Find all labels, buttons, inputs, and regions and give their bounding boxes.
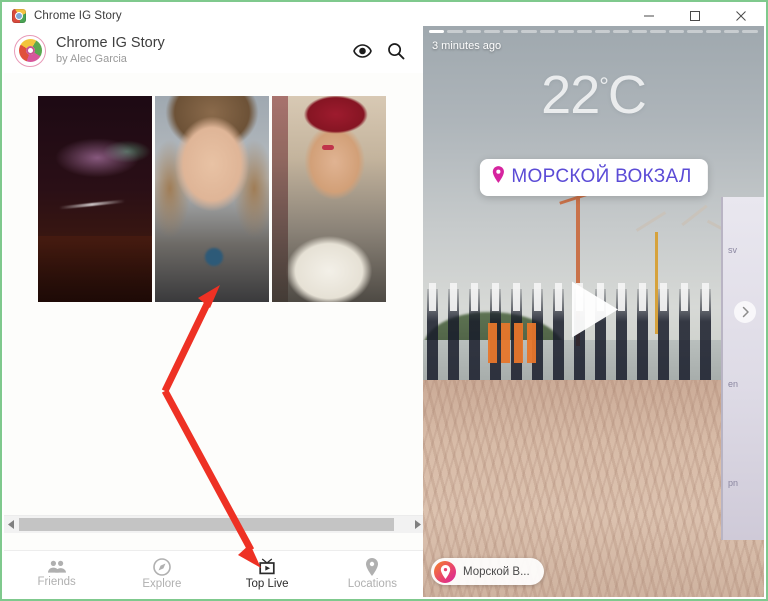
temperature-degree: °	[599, 73, 609, 100]
app-pane: Chrome IG Story by Alec Garcia Friends E…	[4, 28, 425, 597]
eye-icon[interactable]	[347, 36, 377, 66]
story-location-sticker-text: МОРСКОЙ ВОКЗАЛ	[511, 166, 692, 187]
tab-top-live[interactable]: Top Live	[215, 551, 320, 597]
scroll-left-icon[interactable]	[4, 516, 19, 533]
tab-friends[interactable]: Friends	[4, 551, 109, 597]
app-subtitle: by Alec Garcia	[56, 53, 127, 66]
window-title: Chrome IG Story	[34, 10, 122, 22]
map-pin-icon	[491, 166, 504, 188]
progress-segment	[484, 30, 500, 33]
app-header-actions	[347, 36, 411, 66]
minimize-icon[interactable]	[626, 4, 672, 28]
story-timestamp: 3 minutes ago	[432, 40, 502, 52]
tab-label-locations: Locations	[347, 577, 397, 590]
map-pin-icon	[365, 557, 379, 576]
progress-segment	[502, 30, 519, 33]
app-title-block: Chrome IG Story by Alec Garcia	[56, 35, 165, 66]
progress-segment	[558, 30, 574, 33]
tab-label-top-live: Top Live	[245, 577, 289, 590]
chrome-ig-story-icon	[12, 9, 26, 23]
location-pin-icon	[434, 560, 456, 583]
bottom-tab-bar: Friends Explore Top Live Locations	[4, 550, 425, 597]
tab-explore[interactable]: Explore	[109, 551, 214, 597]
progress-segment	[631, 30, 648, 33]
chevron-right-icon[interactable]	[734, 300, 756, 323]
temperature-unit: C	[607, 65, 647, 125]
app-header: Chrome IG Story by Alec Garcia	[4, 28, 425, 74]
play-icon[interactable]	[566, 278, 622, 345]
story-temperature-overlay: 22°C	[423, 64, 764, 126]
tab-locations[interactable]: Locations	[320, 551, 425, 597]
compass-icon	[153, 557, 171, 576]
chrome-ig-story-logo	[14, 34, 46, 67]
story-orange-vests	[487, 322, 536, 363]
search-icon[interactable]	[381, 36, 411, 66]
app-title: Chrome IG Story	[56, 35, 165, 52]
progress-segment	[539, 30, 556, 33]
window-controls	[626, 4, 764, 28]
tab-label-explore: Explore	[142, 577, 182, 590]
story-location-chip[interactable]: Морской В...	[431, 558, 544, 585]
people-icon	[47, 560, 67, 574]
progress-segment	[521, 30, 537, 33]
progress-segment	[705, 30, 721, 33]
progress-segment	[465, 30, 482, 33]
scrollbar-track[interactable]	[19, 517, 410, 532]
app-window: Chrome IG Story Chrome IG Story by Alec …	[0, 0, 768, 601]
scrollbar-thumb[interactable]	[19, 518, 395, 531]
tv-play-icon	[257, 558, 277, 576]
progress-segment	[594, 30, 611, 33]
maximize-icon[interactable]	[672, 4, 718, 28]
progress-segment	[687, 30, 703, 33]
story-viewer[interactable]: sv en pn 3 minutes ago 22°C МОРСКОЙ ВОКЗ…	[423, 26, 764, 597]
progress-segment	[724, 30, 740, 33]
progress-segment	[742, 30, 758, 33]
story-thumbnail-2[interactable]	[155, 96, 269, 302]
story-thumbnail-strip[interactable]	[4, 73, 425, 503]
story-thumbnail-1[interactable]	[38, 96, 152, 302]
story-location-sticker[interactable]: МОРСКОЙ ВОКЗАЛ	[479, 159, 708, 196]
progress-segment	[613, 30, 629, 33]
progress-segment	[668, 30, 685, 33]
story-progress-bar	[429, 30, 758, 33]
story-location-chip-text: Морской В...	[463, 565, 530, 578]
thumbnail-row	[38, 96, 386, 302]
progress-segment	[650, 30, 666, 33]
progress-segment	[447, 30, 463, 33]
close-icon[interactable]	[718, 4, 764, 28]
tab-label-friends: Friends	[37, 575, 76, 588]
horizontal-scrollbar[interactable]	[4, 515, 425, 533]
progress-segment	[429, 30, 445, 33]
temperature-value: 22	[541, 65, 600, 125]
progress-segment	[576, 30, 592, 33]
story-side-banner: sv en pn	[721, 197, 764, 540]
story-thumbnail-3[interactable]	[272, 96, 386, 302]
